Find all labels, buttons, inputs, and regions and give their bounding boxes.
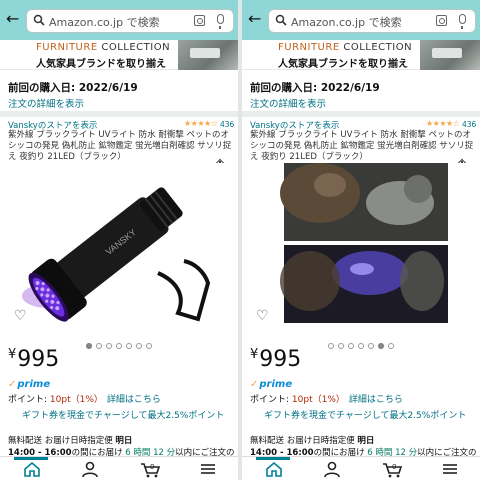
section-divider [242,111,480,117]
product-price: ¥995 [8,347,60,372]
camera-icon[interactable] [436,15,447,26]
bottom-nav: 0 [0,456,238,480]
product-title: 紫外線 ブラックライト UVライト 防水 耐衝撃 ペットのオシッコの発見 偽札防… [250,130,474,162]
points-details-link[interactable]: 詳細はこちら [349,395,403,405]
carousel-dot[interactable] [358,343,364,349]
shipping-info: 無料配送 お届け日時指定便 明日 [250,436,375,446]
last-purchase-date: 前回の購入日: 2022/6/19 [250,82,380,94]
camera-icon[interactable] [194,15,205,26]
gift-card-link[interactable]: ギフト券を現金でチャージして最大2.5%ポイント [264,408,466,421]
order-details-link[interactable]: 注文の詳細を表示 [250,96,326,110]
banner-headline: FURNITURE COLLECTION [36,42,171,53]
rating-count[interactable]: 436 [220,120,234,129]
product-price: ¥995 [250,347,302,372]
search-header: ← Amazon.co.jp で検索 [0,0,238,40]
svg-text:0: 0 [392,463,396,471]
points-info: ポイント: 10pt（1%） 詳細はこちら [8,395,161,405]
carousel-dot[interactable] [136,343,142,349]
banner-subtitle: 人気家具ブランドを取り揃え [278,59,408,70]
rating-count[interactable]: 436 [462,120,476,129]
shipping-info: 無料配送 お届け日時指定便 明日 [8,436,133,446]
account-icon[interactable] [70,459,110,479]
furniture-banner[interactable]: FURNITURE COLLECTION 人気家具ブランドを取り揃え [242,40,480,70]
section-divider [0,111,238,117]
carousel-dots [242,334,480,349]
gift-card-link[interactable]: ギフト券を現金でチャージして最大2.5%ポイント [22,408,224,421]
carousel-dot[interactable] [378,343,384,349]
right-screen: ← Amazon.co.jp で検索 FURNITURE COLLECTION … [242,0,480,480]
banner-subtitle: 人気家具ブランドを取り揃え [36,59,166,70]
carousel-dot[interactable] [328,343,334,349]
banner-headline: FURNITURE COLLECTION [278,42,413,53]
search-placeholder: Amazon.co.jp で検索 [291,16,402,29]
home-icon[interactable] [12,459,52,479]
svg-text:0: 0 [150,463,154,471]
search-input[interactable]: Amazon.co.jp で検索 [268,9,476,33]
carousel-dots [0,334,238,349]
product-title: 紫外線 ブラックライト UVライト 防水 耐衝撃 ペットのオシッコの発見 偽札防… [8,130,232,162]
rating-stars[interactable]: ★★★★☆ [426,119,460,128]
carousel-dot[interactable] [106,343,112,349]
prime-badge: prime [250,379,292,390]
back-arrow-icon[interactable]: ← [248,10,264,28]
menu-icon[interactable] [430,459,470,479]
cart-icon[interactable]: 0 [372,459,412,479]
points-info: ポイント: 10pt（1%） 詳細はこちら [250,395,403,405]
rating-stars[interactable]: ★★★★☆ [184,119,218,128]
carousel-dot[interactable] [126,343,132,349]
order-details-link[interactable]: 注文の詳細を表示 [8,96,84,110]
carousel-dot[interactable] [338,343,344,349]
microphone-icon[interactable] [459,14,466,29]
last-purchase-date: 前回の購入日: 2022/6/19 [8,82,138,94]
points-details-link[interactable]: 詳細はこちら [107,395,161,405]
carousel-dot[interactable] [146,343,152,349]
carousel-dot[interactable] [96,343,102,349]
carousel-dot[interactable] [368,343,374,349]
left-screen: ← Amazon.co.jp で検索 FURNITURE COLLECTION … [0,0,238,480]
carousel-dot[interactable] [116,343,122,349]
search-input[interactable]: Amazon.co.jp で検索 [26,9,234,33]
heart-icon[interactable]: ♡ [14,308,27,324]
home-icon[interactable] [254,459,294,479]
furniture-banner[interactable]: FURNITURE COLLECTION 人気家具ブランドを取り揃え [0,40,238,70]
banner-image [178,40,238,70]
bottom-nav: 0 [242,456,480,480]
carousel-dot[interactable] [348,343,354,349]
carousel-dot[interactable] [388,343,394,349]
prime-badge: prime [8,379,50,390]
search-header: ← Amazon.co.jp で検索 [242,0,480,40]
cart-icon[interactable]: 0 [130,459,170,479]
account-icon[interactable] [312,459,352,479]
search-icon [275,14,287,26]
microphone-icon[interactable] [217,14,224,29]
search-icon [33,14,45,26]
back-arrow-icon[interactable]: ← [6,10,22,28]
search-placeholder: Amazon.co.jp で検索 [49,16,160,29]
menu-icon[interactable] [188,459,228,479]
product-image-flashlight[interactable]: VANSKY [8,163,234,323]
banner-image [420,40,480,70]
product-image-uv-pets[interactable] [250,163,476,323]
carousel-dot[interactable] [86,343,92,349]
heart-icon[interactable]: ♡ [256,308,269,324]
